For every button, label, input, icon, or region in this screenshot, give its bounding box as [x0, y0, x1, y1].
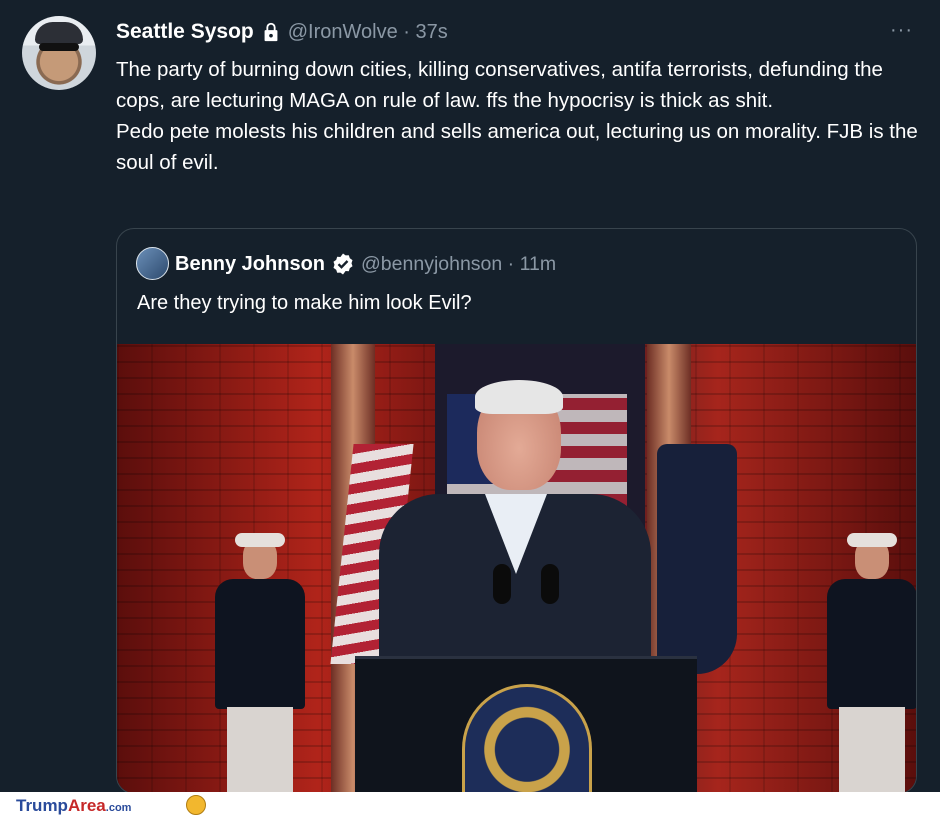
- quoted-author-name[interactable]: Benny Johnson: [175, 253, 325, 276]
- more-options-icon[interactable]: ···: [890, 20, 913, 40]
- tweet-text: The party of burning down cities, killin…: [116, 54, 926, 178]
- watermark-footer: TrumpArea.com: [0, 792, 940, 817]
- microphone-left: [493, 564, 511, 604]
- quoted-author-handle-time[interactable]: @bennyjohnson · 11m: [361, 253, 556, 276]
- quoted-tweet-photo[interactable]: [117, 344, 916, 793]
- presidential-flag: [657, 444, 737, 674]
- brand-part-1: Trump: [16, 796, 68, 815]
- quoted-tweet-header: Benny Johnson @bennyjohnson · 11m: [175, 251, 556, 277]
- brand-logo[interactable]: TrumpArea.com: [16, 796, 131, 816]
- marine-guard-left: [205, 533, 315, 793]
- avatar-cap: [35, 22, 83, 44]
- tweet[interactable]: Seattle Sysop @IronWolve · 37s ··· The p…: [0, 0, 940, 794]
- lock-icon: [260, 21, 282, 43]
- brand-part-2: Area: [67, 796, 106, 815]
- brand-part-3: .com: [105, 802, 132, 814]
- author-handle-time[interactable]: @IronWolve · 37s: [288, 21, 448, 44]
- microphone-right: [541, 564, 559, 604]
- tweet-header: Seattle Sysop @IronWolve · 37s: [116, 19, 448, 45]
- author-name[interactable]: Seattle Sysop: [116, 20, 254, 44]
- verified-badge-icon: [331, 252, 355, 276]
- speaker-hair: [475, 380, 563, 414]
- trump-face-icon: [186, 795, 206, 815]
- tweet-text-line-1: The party of burning down cities, killin…: [116, 58, 883, 112]
- quoted-author-avatar[interactable]: [136, 247, 169, 280]
- author-avatar[interactable]: [22, 16, 96, 90]
- quoted-tweet[interactable]: Benny Johnson @bennyjohnson · 11m Are th…: [116, 228, 917, 794]
- marine-guard-right: [817, 533, 916, 793]
- avatar-glasses: [39, 43, 79, 51]
- quoted-tweet-text: Are they trying to make him look Evil?: [137, 292, 472, 314]
- tweet-text-line-2: Pedo pete molests his children and sells…: [116, 120, 918, 174]
